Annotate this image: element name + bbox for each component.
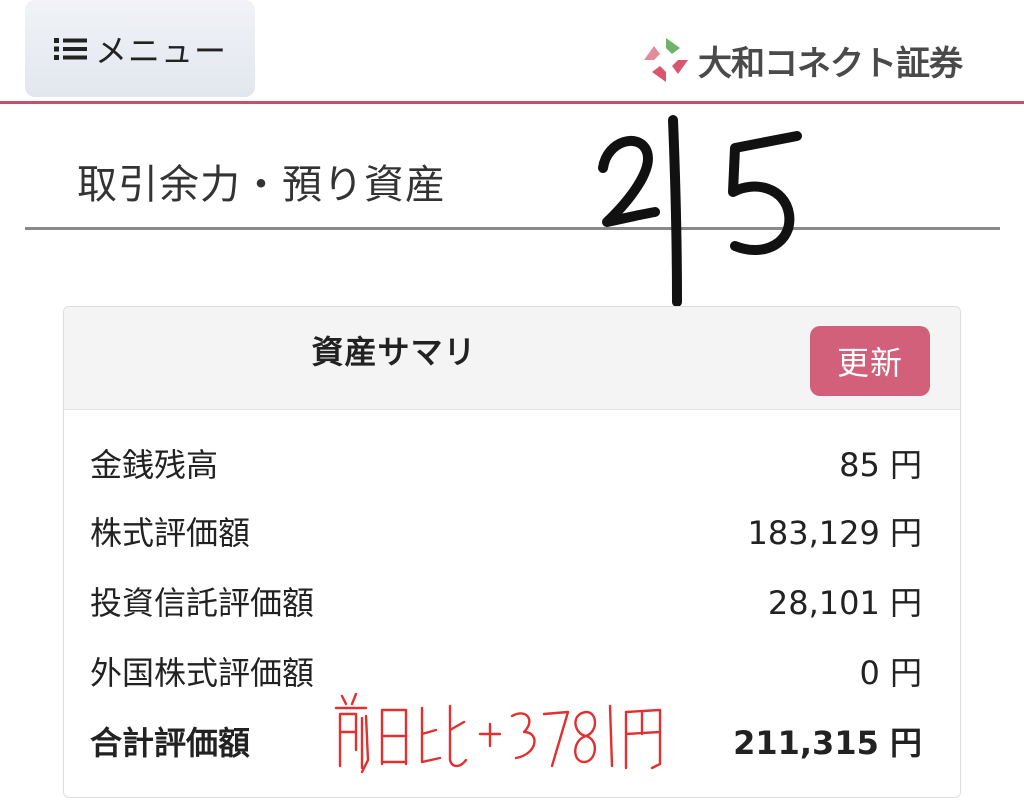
handwritten-date (598, 115, 802, 307)
menu-button[interactable]: メニュー (25, 0, 255, 97)
app-header: メニュー 大和コネクト証券 (0, 0, 1024, 104)
refresh-button[interactable]: 更新 (810, 326, 930, 396)
brand-logo[interactable]: 大和コネクト証券 (640, 32, 963, 88)
row-label: 合計評価額 (90, 724, 251, 762)
page-title: 取引余力・預り資産 (77, 162, 446, 208)
list-icon (53, 37, 87, 60)
card-header: 資産サマリ 更新 (64, 307, 960, 410)
row-value: 28,101 円 (767, 584, 922, 622)
row-label: 外国株式評価額 (90, 654, 315, 692)
row-value: 211,315 円 (733, 724, 922, 762)
card-title: 資産サマリ (311, 333, 477, 371)
row-value: 183,129 円 (747, 514, 922, 552)
row-value: 85 円 (839, 446, 922, 484)
summary-row-funds: 投資信託評価額 28,101 円 (90, 576, 922, 626)
row-value: 0 円 (859, 654, 922, 692)
summary-row-cash: 金銭残高 85 円 (90, 438, 922, 488)
menu-label: メニュー (94, 31, 227, 70)
daiwa-logo-icon (644, 38, 688, 82)
handwritten-note (334, 692, 662, 774)
title-divider (25, 227, 1000, 230)
row-label: 金銭残高 (90, 446, 219, 484)
row-label: 株式評価額 (90, 514, 251, 552)
summary-row-stocks: 株式評価額 183,129 円 (90, 506, 922, 556)
row-label: 投資信託評価額 (90, 584, 315, 622)
brand-name: 大和コネクト証券 (698, 43, 963, 84)
header-divider (0, 101, 1024, 104)
